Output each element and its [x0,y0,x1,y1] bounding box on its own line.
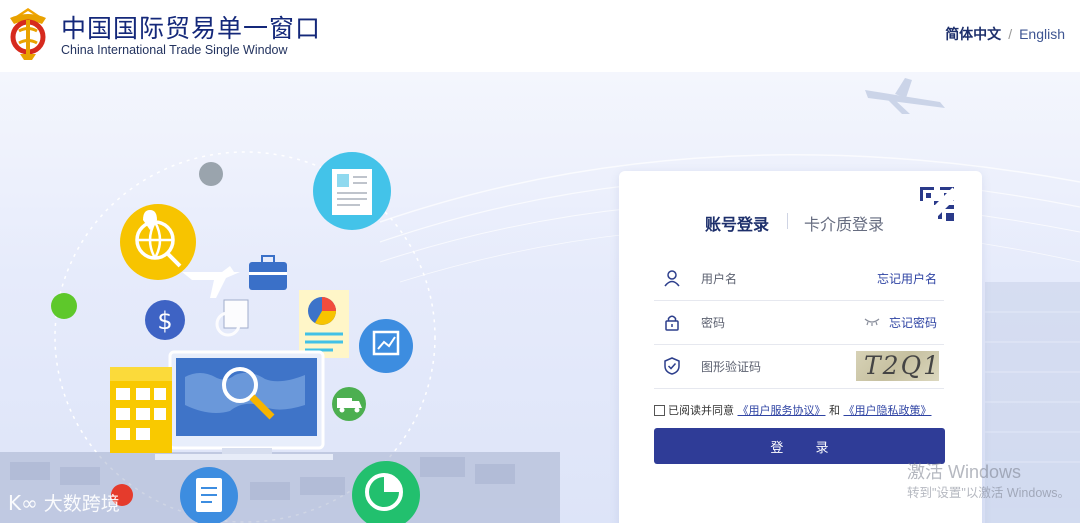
pie-chart-document-icon [299,290,349,358]
document-profile-icon [313,152,391,230]
login-button[interactable]: 登 录 [654,428,945,464]
presentation-chart-icon [359,319,413,373]
dollar-icon: $ [145,300,185,340]
monitor-map-icon [155,350,333,460]
brand-title-cn: 中国国际贸易单一窗口 [61,14,322,43]
clipboard-icon [180,467,238,523]
globe-search-icon [120,204,196,280]
brand-watermark-text: 大数跨境 [43,493,120,515]
agreement-checkbox[interactable] [654,405,665,416]
password-field[interactable]: 密码 忘记密码 [654,301,944,345]
single-window-emblem-icon[interactable] [6,6,50,62]
language-switcher: 简体中文 / English [945,24,1065,44]
user-icon [664,270,680,287]
service-agreement-link[interactable]: 《用户服务协议》 [738,404,826,417]
eye-closed-icon[interactable] [864,317,880,327]
top-header: 中国国际贸易单一窗口 China International Trade Sin… [0,0,1080,72]
delivery-truck-icon [332,387,366,421]
windows-activation-title: 激活 Windows [907,462,1022,482]
lang-english-link[interactable]: English [1019,26,1065,42]
tab-card-login[interactable]: 卡介质登录 [804,211,884,235]
lang-chinese-link[interactable]: 简体中文 [945,26,1001,42]
agreement-prefix: 已阅读并同意 [668,404,734,417]
password-placeholder: 密码 [701,316,726,330]
forgot-password-link[interactable]: 忘记密码 [889,314,937,331]
captcha-field[interactable]: 图形验证码 T2Q1 [654,345,944,389]
privacy-policy-link[interactable]: 《用户隐私政策》 [844,404,932,417]
brand-watermark-logo: K∞ [8,491,38,515]
forgot-username-link[interactable]: 忘记用户名 [877,270,937,287]
brand-watermark: K∞ 大数跨境 [8,489,120,516]
tab-account-login[interactable]: 账号登录 [705,211,769,235]
agreement-and: 和 [829,404,840,417]
agreement-row: 已阅读并同意 《用户服务协议》 和 《用户隐私政策》 [654,402,932,418]
lock-icon [665,315,679,331]
captcha-text: T2Q1 [864,351,939,380]
briefcase-icon [249,255,287,290]
building-icon [110,367,172,453]
airplane-decor-icon [865,78,945,114]
username-field[interactable]: 用户名 忘记用户名 [654,257,944,301]
qr-code-corner-icon[interactable] [920,187,956,223]
tab-divider [787,213,788,229]
shield-check-icon [664,357,680,375]
doc-globe-icon [215,299,249,337]
captcha-placeholder: 图形验证码 [701,360,762,374]
airplane-icon [182,266,240,298]
captcha-image[interactable]: T2Q1 [856,351,939,381]
username-placeholder: 用户名 [701,272,738,286]
svg-text:$: $ [157,307,172,335]
lang-separator: / [1008,26,1013,42]
windows-activation-subtitle: 转到"设置"以激活 Windows。 [907,486,1071,500]
brand-title-en: China International Trade Single Window [61,43,288,57]
